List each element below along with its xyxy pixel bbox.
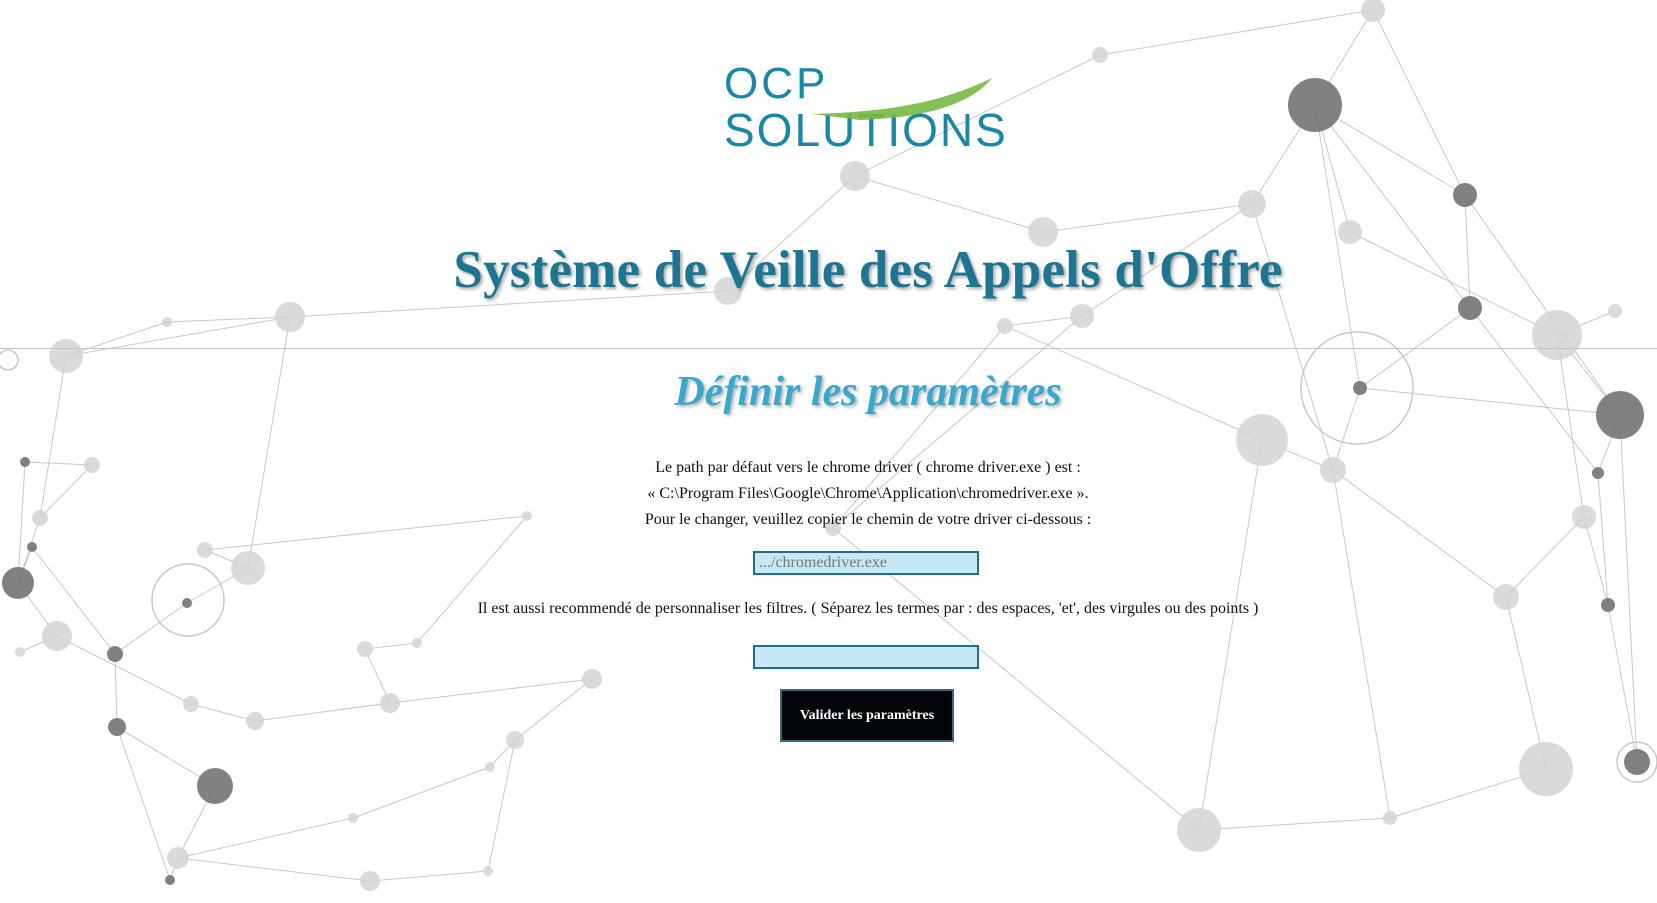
network-node <box>1288 78 1342 132</box>
network-node <box>1383 811 1397 825</box>
network-edge <box>114 653 118 728</box>
network-node <box>1092 47 1108 63</box>
instruction-line-change: Pour le changer, veuillez copier le chem… <box>644 511 1092 528</box>
network-edge <box>190 703 256 722</box>
network-node <box>1532 310 1582 360</box>
network-node <box>506 731 524 749</box>
logo-line-ocp: OCP <box>724 59 828 108</box>
network-edge <box>254 702 391 722</box>
network-node <box>485 762 495 772</box>
driver-path-input[interactable] <box>753 551 979 575</box>
network-edge <box>352 766 491 819</box>
network-node <box>108 718 126 736</box>
network-node <box>231 551 265 585</box>
network-edge <box>1042 203 1253 233</box>
network-node <box>997 318 1013 334</box>
network-node <box>348 813 358 823</box>
network-node <box>162 317 172 327</box>
driver-instructions: Le path par défaut vers le chrome driver… <box>0 455 1657 533</box>
instruction-line-path: « C:\Program Files\Google\Chrome\Applica… <box>647 485 1089 502</box>
network-node <box>1070 304 1094 328</box>
network-edge <box>1198 817 1391 831</box>
network-node <box>1453 183 1477 207</box>
instruction-line-default: Le path par défaut vers le chrome driver… <box>655 459 1081 476</box>
network-edge <box>416 515 528 644</box>
network-node <box>380 693 400 713</box>
network-node <box>1361 0 1385 22</box>
network-node <box>165 875 175 885</box>
network-edge <box>65 316 291 357</box>
network-node <box>42 621 72 651</box>
network-edge <box>177 857 371 882</box>
network-node <box>840 161 870 191</box>
network-node <box>357 641 373 657</box>
filter-instructions: Il est aussi recommendé de personnaliser… <box>477 600 1259 617</box>
network-node <box>1624 749 1650 775</box>
network-node <box>167 847 189 869</box>
network-edge <box>514 678 593 741</box>
network-edge <box>487 739 516 872</box>
network-edge <box>56 635 192 705</box>
network-node <box>275 302 305 332</box>
network-node <box>107 646 123 662</box>
network-node <box>2 567 34 599</box>
validate-parameters-button[interactable]: Valider les paramètres <box>780 689 954 742</box>
network-node <box>582 669 602 689</box>
network-edge <box>1607 604 1638 763</box>
network-node <box>197 542 213 558</box>
network-node <box>1608 304 1622 318</box>
network-node <box>483 866 493 876</box>
network-node <box>27 542 37 552</box>
divider <box>0 348 1657 349</box>
filters-input[interactable] <box>753 645 979 669</box>
network-node <box>412 638 422 648</box>
network-edge <box>166 316 291 323</box>
network-node <box>1519 742 1573 796</box>
network-node <box>15 647 25 657</box>
network-edge <box>177 817 354 859</box>
page-title: Système de Veille des Appels d'Offre <box>453 241 1283 299</box>
ocp-solutions-logo: OCP SOLUTIONS <box>720 56 1020 156</box>
network-edge <box>854 175 1044 233</box>
network-node <box>1177 808 1221 852</box>
network-node <box>197 768 233 804</box>
network-ring <box>0 349 19 371</box>
network-node <box>246 712 264 730</box>
network-edge <box>1099 9 1374 56</box>
network-node <box>183 696 199 712</box>
network-edge <box>369 870 489 882</box>
network-edge <box>389 678 593 704</box>
network-node <box>360 871 380 891</box>
section-subtitle: Définir les paramètres <box>674 369 1062 415</box>
network-node <box>1238 190 1266 218</box>
page: OCP SOLUTIONS Système de Veille des Appe… <box>0 0 1657 903</box>
network-edge <box>116 726 171 881</box>
